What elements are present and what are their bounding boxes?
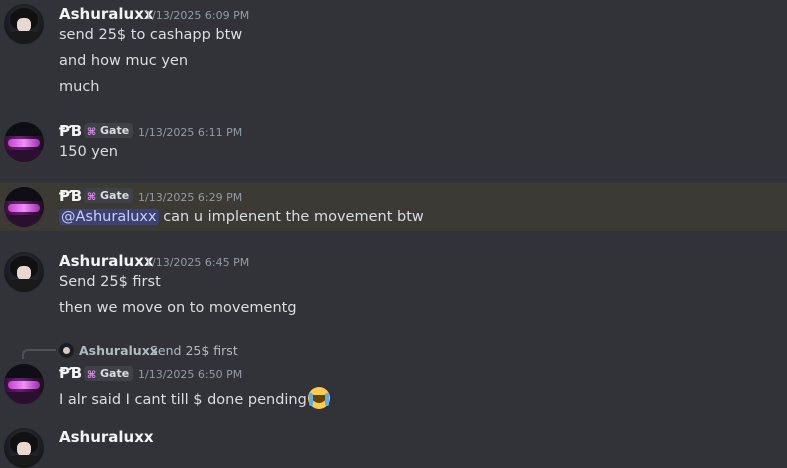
author-name[interactable]: Ashuraluxx	[59, 428, 154, 446]
message-text: and how muc yen	[59, 53, 189, 69]
timestamp: 1/13/2025 6:50 PM	[138, 368, 243, 381]
message-text: much	[59, 79, 100, 95]
timestamp: 1/13/2025 6:09 PM	[145, 9, 250, 22]
gate-icon: ⌘	[86, 127, 97, 138]
message-text-body: I alr said I cant till $ done pending	[59, 392, 307, 408]
reply-author[interactable]: Ashuraluxx	[79, 343, 158, 358]
avatar[interactable]	[4, 122, 44, 162]
avatar[interactable]	[4, 4, 44, 44]
guild-tag-label: Gate	[100, 367, 130, 380]
author-name[interactable]: ⱣƁ	[59, 122, 82, 140]
guild-tag-label: Gate	[100, 124, 130, 137]
timestamp: 1/13/2025 6:29 PM	[138, 191, 243, 204]
timestamp: 1/13/2025 6:11 PM	[138, 126, 243, 139]
guild-tag-label: Gate	[100, 189, 130, 202]
user-mention[interactable]: @Ashuraluxx	[59, 209, 159, 225]
sob-emoji-icon[interactable]	[307, 387, 330, 409]
timestamp: 1/13/2025 6:45 PM	[145, 256, 250, 269]
author-name[interactable]: Ashuraluxx	[59, 5, 154, 23]
reply-avatar[interactable]	[59, 343, 74, 358]
message-text: then we move on to movementg	[59, 300, 297, 316]
gate-icon: ⌘	[86, 192, 97, 203]
author-name[interactable]: ⱣƁ	[59, 364, 82, 382]
message-text: Send 25$ first	[59, 274, 161, 290]
message-text: I alr said I cant till $ done pending	[59, 387, 330, 409]
author-name[interactable]: Ashuraluxx	[59, 252, 154, 270]
avatar[interactable]	[4, 364, 44, 404]
message-text: @Ashuraluxx can u implenent the movement…	[59, 209, 424, 225]
avatar[interactable]	[4, 428, 44, 468]
reply-preview[interactable]: Send 25$ first	[150, 343, 238, 358]
guild-tag[interactable]: ⌘ Gate	[84, 366, 134, 381]
message-text: 150 yen	[59, 144, 118, 160]
avatar[interactable]	[4, 187, 44, 227]
reply-connector	[22, 349, 56, 359]
gate-icon: ⌘	[86, 370, 97, 381]
message-text-body: can u implenent the movement btw	[158, 209, 424, 225]
guild-tag[interactable]: ⌘ Gate	[84, 188, 134, 203]
guild-tag[interactable]: ⌘ Gate	[84, 123, 134, 138]
author-name[interactable]: ⱣƁ	[59, 187, 82, 205]
message-text: send 25$ to cashapp btw	[59, 27, 243, 43]
avatar[interactable]	[4, 252, 44, 292]
